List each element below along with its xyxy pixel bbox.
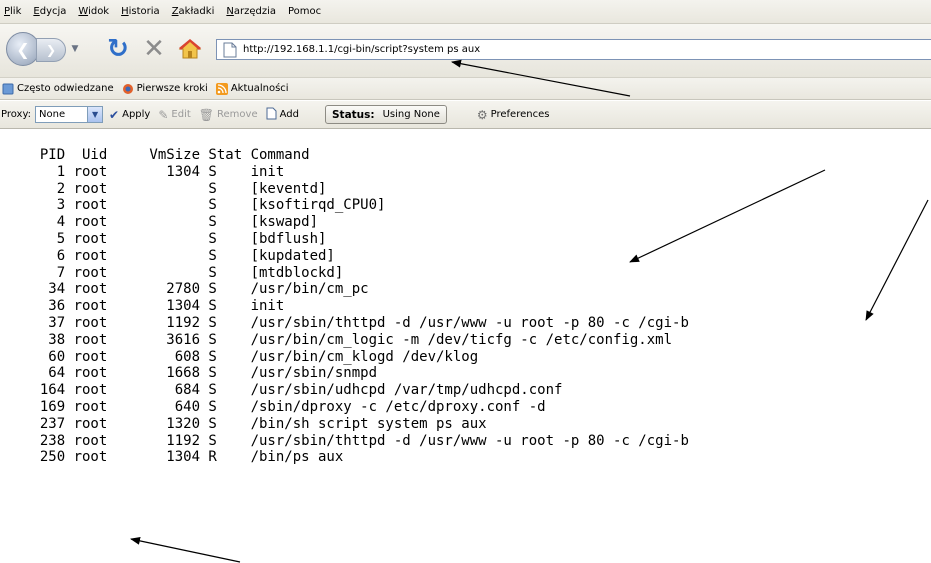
bookmark-folder-icon xyxy=(2,83,14,95)
reload-icon: ↻ xyxy=(107,34,129,64)
remove-button[interactable]: 🗑 Remove xyxy=(199,108,258,122)
proxy-toolbar: Proxy: None ▼ ✔ Apply ✎ Edit 🗑 Remove Ad… xyxy=(0,101,931,129)
ps-row: 164 root 684 S /usr/sbin/udhcpd /var/tmp… xyxy=(23,382,563,399)
forward-arrow-icon: ❯ xyxy=(45,43,57,57)
ps-row: 7 root S [mtdblockd] xyxy=(23,264,344,281)
pencil-icon: ✎ xyxy=(158,107,169,122)
history-dropdown-button[interactable]: ▼ xyxy=(68,40,82,58)
menu-zakladki[interactable]: Zakładki xyxy=(172,6,215,17)
menu-edycja[interactable]: Edycja xyxy=(33,6,66,17)
reload-button[interactable]: ↻ xyxy=(104,34,132,64)
ps-row: 37 root 1192 S /usr/sbin/thttpd -d /usr/… xyxy=(23,314,689,331)
page-icon xyxy=(223,42,237,58)
ps-row: 250 root 1304 R /bin/ps aux xyxy=(23,449,344,466)
ps-row: 237 root 1320 S /bin/sh script system ps… xyxy=(23,415,487,432)
chevron-down-icon: ▼ xyxy=(71,44,79,54)
bookmark-label: Pierwsze kroki xyxy=(136,83,208,94)
ps-row: 6 root S [kupdated] xyxy=(23,247,335,264)
home-button[interactable] xyxy=(176,36,204,62)
status-label: Status: xyxy=(331,108,375,121)
menu-pomoc[interactable]: Pomoc xyxy=(288,6,321,17)
bookmark-aktualnosci[interactable]: Aktualności xyxy=(215,82,289,95)
checkmark-icon: ✔ xyxy=(109,107,120,122)
back-button[interactable]: ❮ xyxy=(6,32,40,66)
bookmarks-toolbar: Często odwiedzane Pierwsze kroki Aktualn… xyxy=(0,78,931,100)
ps-row: 36 root 1304 S init xyxy=(23,298,285,315)
menu-narzedzia[interactable]: Narzędzia xyxy=(226,6,276,17)
bookmark-label: Aktualności xyxy=(230,83,289,94)
bookmark-label: Często odwiedzane xyxy=(17,83,114,94)
forward-button[interactable]: ❯ xyxy=(36,38,66,62)
proxy-label: Proxy: xyxy=(1,109,32,120)
ps-row: 238 root 1192 S /usr/sbin/thttpd -d /usr… xyxy=(23,432,689,449)
gear-icon: ⚙ xyxy=(476,107,488,122)
firefox-icon xyxy=(122,83,134,95)
back-arrow-icon: ❮ xyxy=(16,39,30,59)
add-button[interactable]: Add xyxy=(266,107,299,123)
proxy-select[interactable]: None ▼ xyxy=(35,106,104,123)
ps-row: 5 root S [bdflush] xyxy=(23,230,327,247)
ps-row: 2 root S [keventd] xyxy=(23,180,327,197)
home-icon xyxy=(178,39,202,59)
ps-row: 1 root 1304 S init xyxy=(23,163,285,180)
edit-button[interactable]: ✎ Edit xyxy=(158,108,190,122)
add-label: Add xyxy=(279,109,299,120)
status-indicator: Status: Using None xyxy=(324,105,447,124)
ps-row: 64 root 1668 S /usr/sbin/snmpd xyxy=(23,365,378,382)
bookmark-czesto-odwiedzane[interactable]: Często odwiedzane xyxy=(2,83,114,95)
menu-bar: Plik Edycja Widok Historia Zakładki Narz… xyxy=(0,0,931,24)
menu-historia[interactable]: Historia xyxy=(121,6,160,17)
url-text[interactable]: http://192.168.1.1/cgi-bin/script?system… xyxy=(243,44,480,55)
rss-feed-icon xyxy=(215,82,228,95)
status-value: Using None xyxy=(382,109,440,120)
navigation-toolbar: ❮ ❯ ▼ ↻ ✕ http://192.168.1.1/cgi-bin/scr… xyxy=(0,24,931,78)
ps-header: PID Uid VmSize Stat Command xyxy=(23,147,310,163)
preferences-label: Preferences xyxy=(490,109,550,120)
ps-row: 4 root S [kswapd] xyxy=(23,214,319,231)
apply-button[interactable]: ✔ Apply xyxy=(109,108,150,122)
proxy-selected-value: None xyxy=(39,109,66,120)
edit-label: Edit xyxy=(171,109,191,120)
ps-row: 38 root 3616 S /usr/bin/cm_logic -m /dev… xyxy=(23,331,673,348)
menu-plik[interactable]: Plik xyxy=(4,6,21,17)
menu-widok[interactable]: Widok xyxy=(78,6,109,17)
apply-label: Apply xyxy=(122,109,151,120)
chevron-down-icon: ▼ xyxy=(87,107,103,122)
trash-icon: 🗑 xyxy=(198,107,215,122)
preferences-button[interactable]: ⚙ Preferences xyxy=(477,108,550,122)
new-page-icon xyxy=(266,107,277,123)
ps-output: PID Uid VmSize Stat Command 1 root 1304 … xyxy=(23,147,689,466)
address-bar[interactable]: http://192.168.1.1/cgi-bin/script?system… xyxy=(216,39,931,60)
remove-label: Remove xyxy=(217,109,258,120)
page-content: PID Uid VmSize Stat Command 1 root 1304 … xyxy=(0,130,931,563)
ps-row: 60 root 608 S /usr/bin/cm_klogd /dev/klo… xyxy=(23,348,479,365)
bookmark-pierwsze-kroki[interactable]: Pierwsze kroki xyxy=(122,83,208,95)
stop-button[interactable]: ✕ xyxy=(140,34,168,64)
ps-row: 169 root 640 S /sbin/dproxy -c /etc/dpro… xyxy=(23,398,546,415)
stop-icon: ✕ xyxy=(143,34,165,64)
ps-row: 34 root 2780 S /usr/bin/cm_pc xyxy=(23,281,369,298)
ps-row: 3 root S [ksoftirqd_CPU0] xyxy=(23,197,386,214)
